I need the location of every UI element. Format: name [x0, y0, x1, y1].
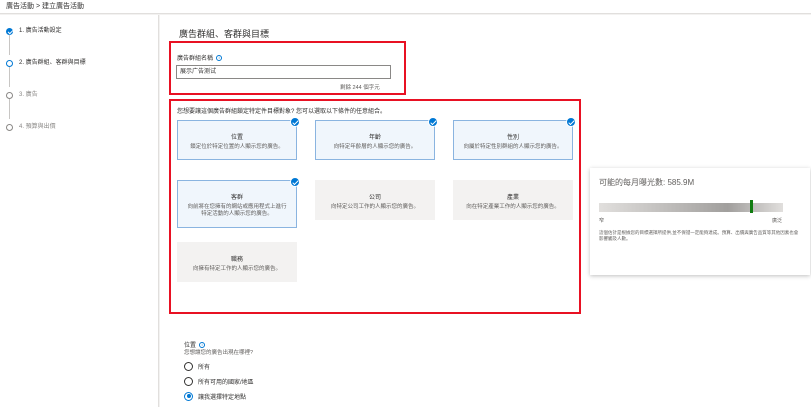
- gauge-high-label: 廣泛: [772, 218, 783, 224]
- step-label: 3. 廣告: [19, 92, 38, 98]
- card-title: 公司: [368, 195, 381, 201]
- ad-group-name-input[interactable]: 展示广告测试: [176, 65, 391, 79]
- card-title: 位置: [230, 135, 243, 141]
- card-desc: 向擁有特定工作的人顯示您的廣告。: [192, 266, 281, 272]
- card-title: 客群: [230, 195, 243, 201]
- card-company[interactable]: 公司 向特定公司工作的人顯示您的廣告。: [315, 180, 435, 220]
- radio-circle: [184, 361, 193, 371]
- card-title: 性別: [506, 135, 519, 141]
- card-desc: 向特定年齡層的人顯示您的廣告。: [333, 144, 417, 150]
- card-job-function[interactable]: 職務 向擁有特定工作的人顯示您的廣告。: [177, 242, 297, 282]
- radio-circle: [184, 376, 193, 386]
- radio-label: 讓我選擇特定地點: [198, 394, 247, 401]
- audience-size-panel: 可能的每月曝光數: 585.9M 窄 廣泛 這個估計是根據您的目標選擇所提供,並…: [590, 168, 810, 275]
- audience-title: 可能的每月曝光數: 585.9M: [599, 178, 695, 187]
- step-ads[interactable]: 3. 廣告: [6, 89, 38, 101]
- card-title: 產業: [506, 195, 519, 201]
- card-desc: 向屬於特定性別群組的人顯示您的廣告。: [463, 144, 563, 150]
- ad-group-name-label: 廣告群組名稱 i: [177, 53, 223, 62]
- step-pending-icon: [6, 123, 13, 131]
- step-campaign-settings[interactable]: 1. 廣告活動設定: [6, 25, 62, 37]
- breadcrumb: 廣告活動 > 建立廣告活動: [0, 0, 811, 14]
- radio-all-countries[interactable]: 所有可用的國家/地區: [184, 376, 254, 386]
- card-desc: 向在特定產業工作的人顯示您的廣告。: [466, 204, 560, 210]
- audience-note: 這個估計是根據您的目標選擇所提供,並不保證一定能夠達成。預算、出價與廣告品質等其…: [599, 230, 799, 241]
- page-title: 廣告群組、客群與目標: [179, 29, 270, 39]
- card-desc: 鎖定位於特定位置的人顯示您的廣告。: [190, 144, 284, 150]
- card-desc: 向特定公司工作的人顯示您的廣告。: [330, 204, 419, 210]
- main-panel: 廣告群組、客群與目標 廣告群組名稱 i 展示广告测试 剩餘 244 個字元 您想…: [160, 15, 811, 407]
- step-budget[interactable]: 4. 預算與出價: [6, 121, 56, 133]
- check-icon: [566, 117, 576, 127]
- ad-group-name-text: 廣告群組名稱: [177, 56, 214, 62]
- step-label: 2. 廣告群組、客群與目標: [19, 60, 86, 66]
- step-ad-group[interactable]: 2. 廣告群組、客群與目標: [6, 57, 86, 69]
- gauge-marker: [749, 200, 753, 213]
- char-count: 剩餘 244 個字元: [340, 85, 380, 91]
- card-title: 年齡: [368, 135, 381, 141]
- step-pending-icon: [6, 91, 13, 99]
- check-icon: [290, 177, 300, 187]
- wizard-steps: 1. 廣告活動設定 2. 廣告群組、客群與目標 3. 廣告 4. 預算與出價: [0, 15, 159, 407]
- card-location[interactable]: 位置 鎖定位於特定位置的人顯示您的廣告。: [177, 117, 300, 160]
- check-icon: [428, 117, 438, 127]
- card-gender[interactable]: 性別 向屬於特定性別群組的人顯示您的廣告。: [453, 117, 576, 160]
- step-label: 1. 廣告活動設定: [19, 28, 62, 34]
- step-current-icon: [6, 59, 13, 67]
- card-desc: 向前將在您擁有的網站或應用程式上進行特定活動的人顯示您的廣告。: [187, 204, 287, 217]
- step-label: 4. 預算與出價: [19, 124, 56, 130]
- location-subtitle: 您想讓您的廣告出現在哪裡?: [184, 350, 254, 356]
- radio-circle-selected: [184, 391, 193, 401]
- targeting-question: 您想要讓這個廣告群組鎖定特定件目標對象? 您可以選取以下條件的任意組合。: [177, 109, 387, 115]
- step-connector: [9, 99, 10, 119]
- gauge-low-label: 窄: [599, 218, 605, 224]
- check-icon: [290, 117, 300, 127]
- radio-all[interactable]: 所有: [184, 361, 210, 371]
- audience-gauge: [599, 200, 783, 213]
- radio-specific-locations[interactable]: 讓我選擇特定地點: [184, 391, 246, 401]
- card-audience[interactable]: 客群 向前將在您擁有的網站或應用程式上進行特定活動的人顯示您的廣告。: [177, 177, 300, 228]
- step-complete-icon: [6, 27, 13, 35]
- card-age[interactable]: 年齡 向特定年齡層的人顯示您的廣告。: [315, 117, 438, 160]
- step-connector: [9, 67, 10, 87]
- info-icon[interactable]: i: [216, 54, 223, 61]
- card-title: 職務: [230, 257, 243, 263]
- step-connector: [9, 35, 10, 55]
- info-icon[interactable]: i: [199, 341, 206, 348]
- radio-label: 所有可用的國家/地區: [198, 379, 254, 386]
- radio-label: 所有: [198, 364, 211, 371]
- card-industry[interactable]: 產業 向在特定產業工作的人顯示您的廣告。: [453, 180, 573, 220]
